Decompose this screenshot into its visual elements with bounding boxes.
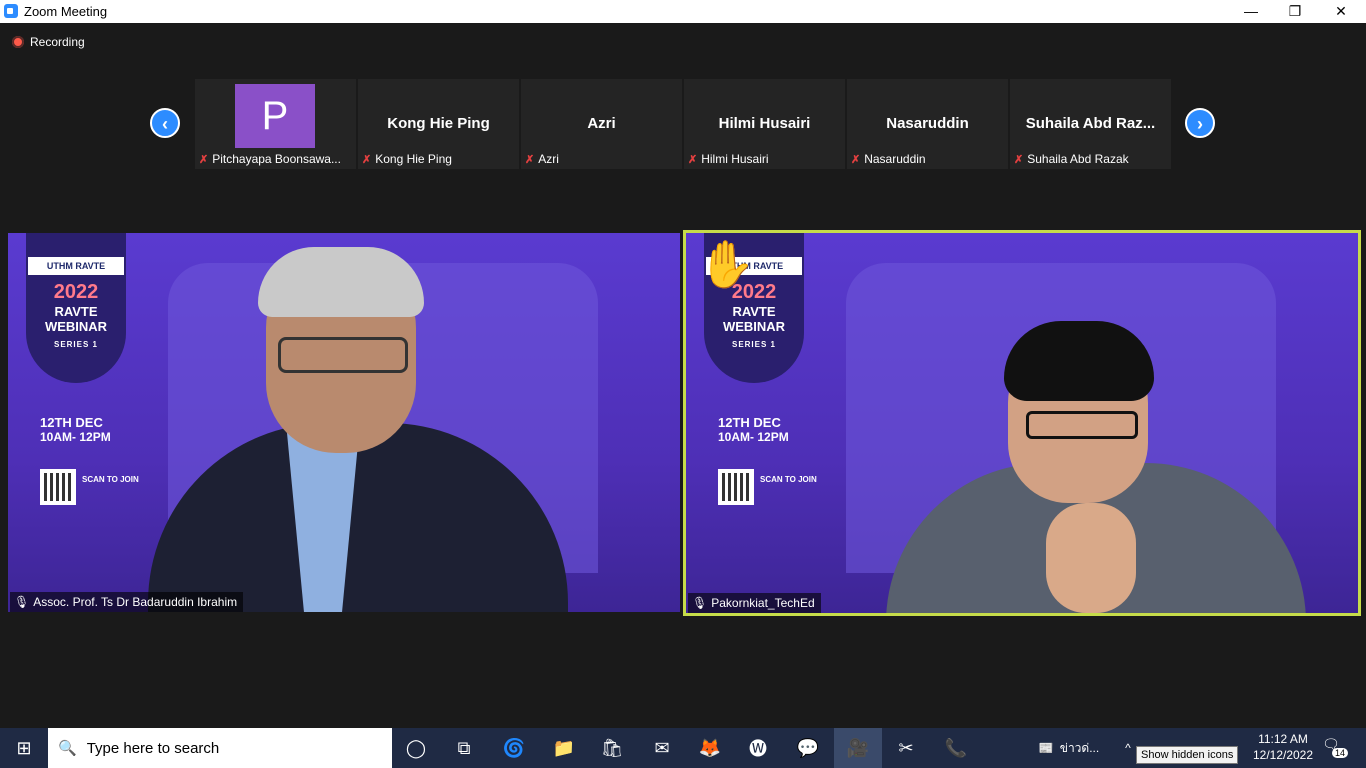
participant-thumb[interactable]: P ✗ Pitchayapa Boonsawa...: [195, 79, 356, 169]
poster-scan: SCAN TO JOIN: [82, 475, 139, 484]
poster-year: 2022: [53, 281, 99, 303]
poster-schedule: 12TH DEC 10AM- 12PM: [40, 415, 111, 444]
webinar-poster: UTHM RAVTE 2022 RAVTE WEBINAR SERIES 1: [26, 233, 126, 383]
next-page-button[interactable]: ›: [1185, 108, 1215, 138]
participant-thumb[interactable]: Hilmi Husairi ✗ Hilmi Husairi: [684, 79, 845, 169]
participant-name: Kong Hie Ping: [387, 115, 490, 132]
participant-name: Nasaruddin: [886, 115, 969, 132]
qr-code: [718, 469, 754, 505]
title-bar: Zoom Meeting — ❐ ✕: [0, 0, 1366, 23]
video-name-tag: 🎙 Pakornkiat_TechEd: [688, 593, 821, 613]
record-icon: [12, 36, 24, 48]
speaker-hair: [1004, 321, 1154, 401]
task-view-icon[interactable]: ⧉: [440, 728, 488, 768]
cortana-icon[interactable]: ◯: [392, 728, 440, 768]
poster-scan: SCAN TO JOIN: [760, 475, 817, 484]
participant-thumb[interactable]: Kong Hie Ping ✗ Kong Hie Ping: [358, 79, 519, 169]
tooltip: Show hidden icons: [1136, 746, 1239, 764]
poster-series: SERIES 1: [731, 340, 776, 349]
store-icon[interactable]: 🛍: [588, 728, 636, 768]
poster-logo: UTHM RAVTE: [28, 257, 124, 275]
participant-label: ✗ Suhaila Abd Razak: [1014, 152, 1129, 166]
line-icon[interactable]: 💬: [784, 728, 832, 768]
news-icon: 📰: [1038, 741, 1054, 755]
participant-name: Suhaila Abd Raz...: [1025, 115, 1156, 132]
participant-name: Hilmi Husairi: [718, 115, 811, 132]
window-title: Zoom Meeting: [24, 4, 108, 19]
poster-schedule: 12TH DEC 10AM- 12PM: [718, 415, 789, 444]
video-tile[interactable]: UTHM RAVTE 2022 RAVTE WEBINAR SERIES 1 1…: [8, 233, 680, 612]
show-hidden-icons-button[interactable]: ^: [1118, 728, 1138, 768]
mic-muted-icon: ✗: [525, 153, 535, 166]
poster-title-2: WEBINAR: [44, 319, 108, 334]
minimize-button[interactable]: —: [1228, 0, 1274, 23]
snipping-tool-icon[interactable]: ✂: [882, 728, 930, 768]
participant-thumb[interactable]: Nasaruddin ✗ Nasaruddin: [847, 79, 1008, 169]
poster-time: 10AM- 12PM: [718, 430, 789, 444]
qr-code: [40, 469, 76, 505]
poster-date: 12TH DEC: [718, 415, 781, 430]
taskbar-search[interactable]: 🔍 Type here to search: [48, 728, 392, 768]
participant-label: ✗ Nasaruddin: [851, 152, 926, 166]
clock-date: 12/12/2022: [1252, 748, 1314, 762]
video-name: Assoc. Prof. Ts Dr Badaruddin Ibrahim: [33, 595, 238, 609]
prev-page-button[interactable]: ‹: [150, 108, 180, 138]
mic-muted-icon: ✗: [688, 153, 698, 166]
poster-title-1: RAVTE: [732, 304, 776, 319]
participant-label: ✗ Azri: [525, 152, 559, 166]
mic-muted-icon: ✗: [1014, 153, 1024, 166]
clock-time: 11:12 AM: [1258, 732, 1308, 746]
notification-count: 14: [1332, 748, 1349, 758]
participant-thumb[interactable]: Azri ✗ Azri: [521, 79, 682, 169]
zoom-taskbar-icon[interactable]: 🎥: [834, 728, 882, 768]
poster-date: 12TH DEC: [40, 415, 103, 430]
raised-hand-icon: ✋: [698, 238, 756, 290]
poster-time: 10AM- 12PM: [40, 430, 111, 444]
participant-thumb[interactable]: Suhaila Abd Raz... ✗ Suhaila Abd Razak: [1010, 79, 1171, 169]
participant-label: ✗ Pitchayapa Boonsawa...: [199, 152, 341, 166]
restore-button[interactable]: ❐: [1272, 0, 1318, 23]
poster-title-1: RAVTE: [54, 304, 98, 319]
zoom-icon: [4, 4, 18, 18]
webex-icon[interactable]: 🅦: [734, 728, 782, 768]
close-button[interactable]: ✕: [1318, 0, 1364, 23]
whatsapp-icon[interactable]: 📞: [932, 728, 980, 768]
mic-muted-icon: ✗: [362, 153, 372, 166]
news-label: ข่าวด่...: [1059, 740, 1100, 755]
participant-label: ✗ Kong Hie Ping: [362, 152, 452, 166]
poster-title-2: WEBINAR: [722, 319, 786, 334]
video-tile-active-speaker[interactable]: UTHM RAVTE 2022 RAVTE WEBINAR SERIES 1 1…: [683, 230, 1361, 616]
mail-icon[interactable]: ✉: [638, 728, 686, 768]
speaker-hand: [1046, 503, 1136, 613]
mic-muted-icon: ✗: [851, 153, 861, 166]
poster-series: SERIES 1: [53, 340, 98, 349]
meeting-stage: Recording ‹ P ✗ Pitchayapa Boonsawa... Ko…: [0, 23, 1366, 728]
firefox-icon[interactable]: 🦊: [686, 728, 734, 768]
recording-label: Recording: [30, 35, 85, 49]
speaker-glasses: [1026, 411, 1138, 439]
video-name-tag: 🎙 Assoc. Prof. Ts Dr Badaruddin Ibrahim: [10, 592, 244, 612]
search-placeholder: Type here to search: [86, 739, 220, 757]
participant-label: ✗ Hilmi Husairi: [688, 152, 769, 166]
mic-muted-icon: ✗: [199, 153, 209, 166]
search-icon: 🔍: [58, 740, 77, 757]
mic-icon: 🎙: [14, 595, 30, 609]
avatar: P: [235, 84, 315, 148]
file-explorer-icon[interactable]: 📁: [540, 728, 588, 768]
speaker-glasses: [278, 337, 408, 373]
news-widget[interactable]: 📰 ข่าวด่...: [1024, 728, 1114, 768]
participant-strip: P ✗ Pitchayapa Boonsawa... Kong Hie Ping …: [195, 79, 1171, 169]
mic-icon: 🎙: [692, 596, 708, 610]
taskbar-clock[interactable]: 11:12 AM 12/12/2022: [1248, 731, 1318, 763]
recording-indicator[interactable]: Recording: [12, 35, 85, 49]
participant-name: Azri: [587, 115, 616, 132]
windows-start-icon[interactable]: ⊞: [0, 728, 48, 768]
video-name: Pakornkiat_TechEd: [711, 596, 815, 610]
edge-icon[interactable]: 🌀: [490, 728, 538, 768]
speaker-hair: [258, 247, 424, 317]
